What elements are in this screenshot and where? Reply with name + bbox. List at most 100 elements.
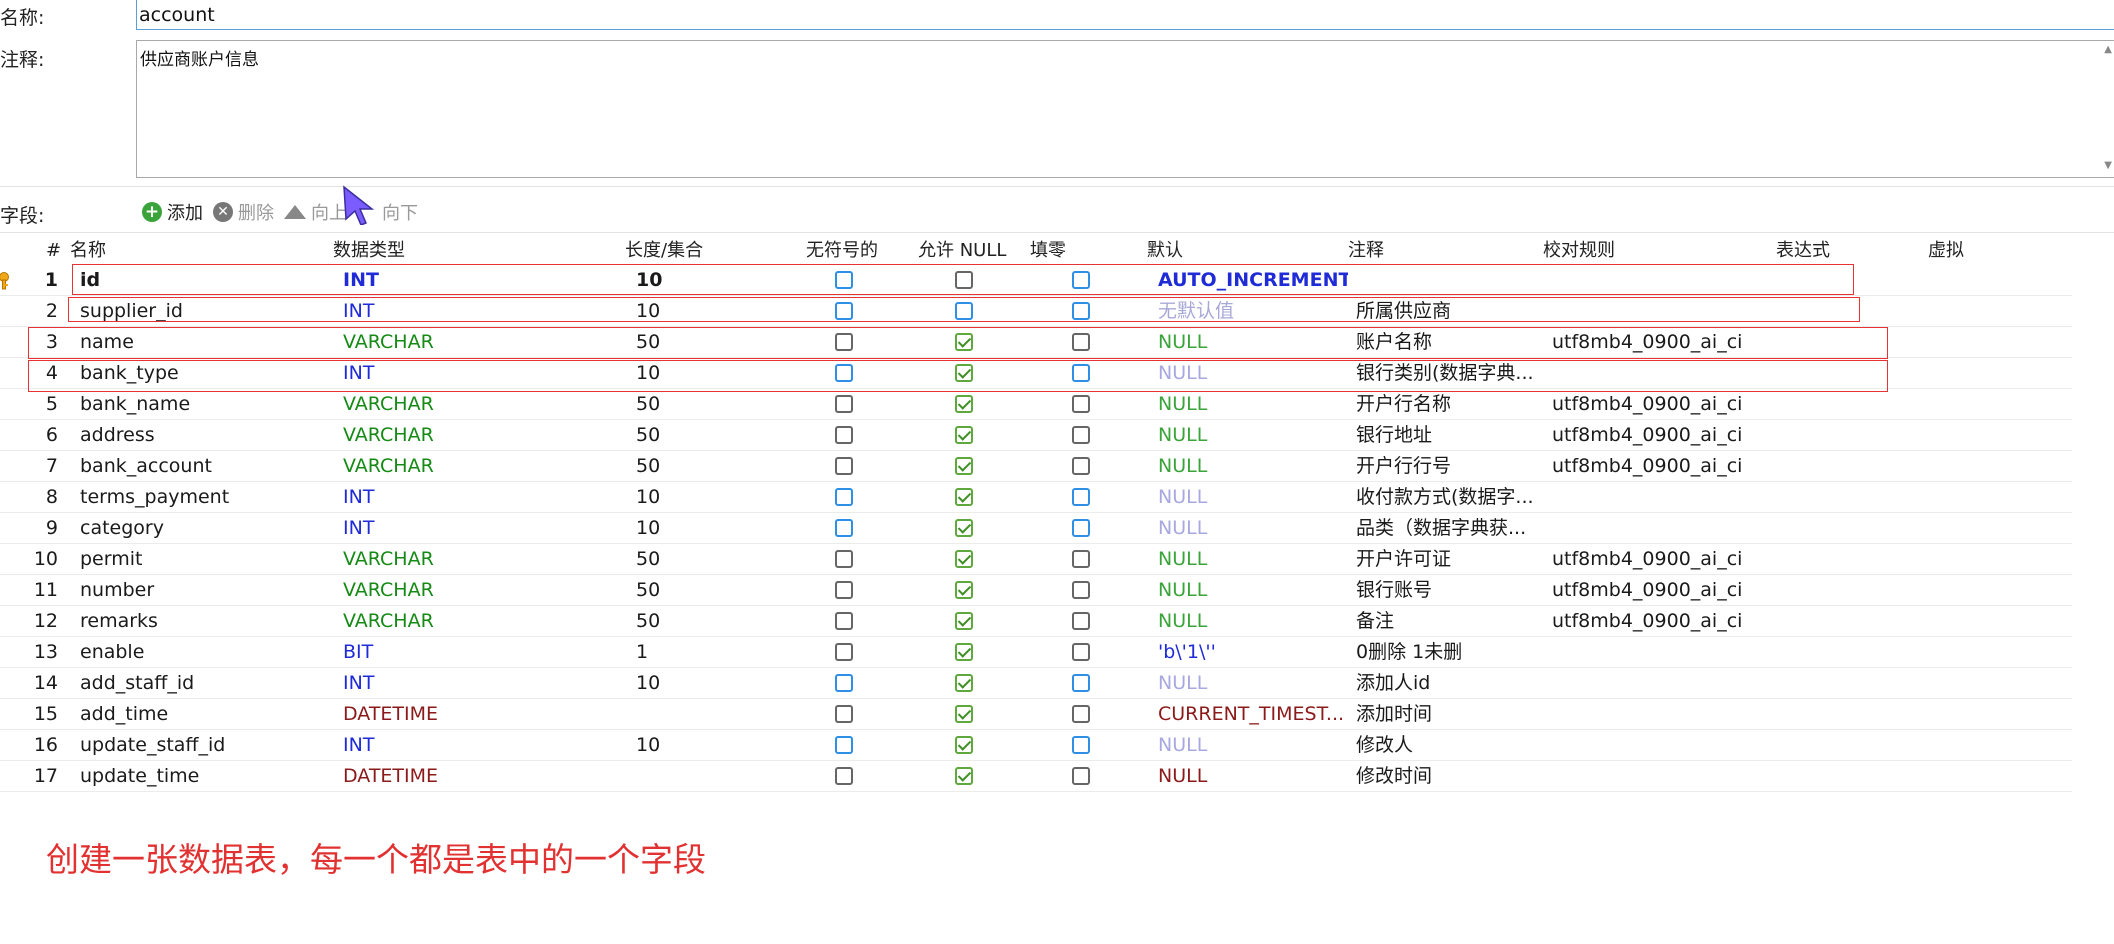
nullable-checkbox[interactable] bbox=[955, 674, 973, 692]
field-default-cell[interactable]: NULL bbox=[1158, 544, 1348, 574]
table-row[interactable]: 5 bank_name VARCHAR 50 NULL 开户行名称 utf8mb4_0900… bbox=[0, 389, 2072, 420]
col-header-collation[interactable]: 校对规则 bbox=[1543, 238, 1615, 264]
zerofill-checkbox[interactable] bbox=[1072, 612, 1090, 630]
field-type-cell[interactable]: BIT bbox=[343, 637, 613, 667]
field-length-cell[interactable]: 10 bbox=[636, 482, 786, 512]
nullable-checkbox[interactable] bbox=[955, 705, 973, 723]
field-comment-cell[interactable]: 账户名称 bbox=[1356, 327, 1546, 357]
table-row[interactable]: 10 permit VARCHAR 50 NULL 开户许可证 utf8mb4_0900_a… bbox=[0, 544, 2072, 575]
table-row[interactable]: 9 category INT 10 NULL 品类（数据字典获... bbox=[0, 513, 2072, 544]
zerofill-checkbox[interactable] bbox=[1072, 426, 1090, 444]
table-row[interactable]: 13 enable BIT 1 'b\'1\'' 0删除 1未删 bbox=[0, 637, 2072, 668]
field-type-cell[interactable]: INT bbox=[343, 296, 613, 326]
unsigned-checkbox[interactable] bbox=[835, 612, 853, 630]
scroll-down-icon[interactable]: ▼ bbox=[2104, 160, 2112, 171]
unsigned-checkbox[interactable] bbox=[835, 736, 853, 754]
field-default-cell[interactable]: NULL bbox=[1158, 420, 1348, 450]
table-row[interactable]: 11 number VARCHAR 50 NULL 银行账号 utf8mb4_0900_ai… bbox=[0, 575, 2072, 606]
unsigned-checkbox[interactable] bbox=[835, 426, 853, 444]
field-default-cell[interactable]: AUTO_INCREMENT bbox=[1158, 265, 1348, 295]
field-type-cell[interactable]: INT bbox=[343, 265, 613, 295]
field-length-cell[interactable]: 50 bbox=[636, 451, 786, 481]
field-default-cell[interactable]: NULL bbox=[1158, 389, 1348, 419]
field-type-cell[interactable]: VARCHAR bbox=[343, 420, 613, 450]
zerofill-checkbox[interactable] bbox=[1072, 581, 1090, 599]
field-type-cell[interactable]: VARCHAR bbox=[343, 389, 613, 419]
field-name-cell[interactable]: remarks bbox=[80, 606, 330, 636]
field-collation-cell[interactable] bbox=[1552, 637, 1772, 667]
field-length-cell[interactable]: 50 bbox=[636, 420, 786, 450]
nullable-checkbox[interactable] bbox=[955, 767, 973, 785]
zerofill-checkbox[interactable] bbox=[1072, 271, 1090, 289]
field-collation-cell[interactable] bbox=[1552, 482, 1772, 512]
nullable-checkbox[interactable] bbox=[955, 488, 973, 506]
zerofill-checkbox[interactable] bbox=[1072, 395, 1090, 413]
field-length-cell[interactable] bbox=[636, 761, 786, 791]
field-length-cell[interactable]: 50 bbox=[636, 327, 786, 357]
field-default-cell[interactable]: NULL bbox=[1158, 513, 1348, 543]
field-default-cell[interactable]: NULL bbox=[1158, 730, 1348, 760]
field-comment-cell[interactable]: 银行地址 bbox=[1356, 420, 1546, 450]
field-comment-cell[interactable]: 开户许可证 bbox=[1356, 544, 1546, 574]
unsigned-checkbox[interactable] bbox=[835, 581, 853, 599]
field-default-cell[interactable]: NULL bbox=[1158, 761, 1348, 791]
table-row[interactable]: 3 name VARCHAR 50 NULL 账户名称 utf8mb4_0900_ai_ci bbox=[0, 327, 2072, 358]
field-length-cell[interactable]: 50 bbox=[636, 606, 786, 636]
field-type-cell[interactable]: INT bbox=[343, 668, 613, 698]
zerofill-checkbox[interactable] bbox=[1072, 643, 1090, 661]
nullable-checkbox[interactable] bbox=[955, 395, 973, 413]
nullable-checkbox[interactable] bbox=[955, 333, 973, 351]
field-default-cell[interactable]: NULL bbox=[1158, 451, 1348, 481]
field-comment-cell[interactable]: 添加时间 bbox=[1356, 699, 1546, 729]
field-comment-cell[interactable]: 银行类别(数据字典... bbox=[1356, 358, 1546, 388]
field-comment-cell[interactable]: 修改人 bbox=[1356, 730, 1546, 760]
field-name-cell[interactable]: update_staff_id bbox=[80, 730, 330, 760]
field-type-cell[interactable]: INT bbox=[343, 482, 613, 512]
field-name-cell[interactable]: add_time bbox=[80, 699, 330, 729]
table-row[interactable]: 7 bank_account VARCHAR 50 NULL 开户行行号 utf8mb4_0… bbox=[0, 451, 2072, 482]
zerofill-checkbox[interactable] bbox=[1072, 364, 1090, 382]
field-length-cell[interactable] bbox=[636, 699, 786, 729]
unsigned-checkbox[interactable] bbox=[835, 457, 853, 475]
field-type-cell[interactable]: VARCHAR bbox=[343, 606, 613, 636]
table-row[interactable]: 17 update_time DATETIME NULL 修改时间 bbox=[0, 761, 2072, 792]
field-name-cell[interactable]: category bbox=[80, 513, 330, 543]
zerofill-checkbox[interactable] bbox=[1072, 488, 1090, 506]
col-header-virtual[interactable]: 虚拟 bbox=[1928, 238, 1964, 264]
col-header-zerofill[interactable]: 填零 bbox=[1030, 238, 1066, 264]
nullable-checkbox[interactable] bbox=[955, 736, 973, 754]
field-length-cell[interactable]: 10 bbox=[636, 730, 786, 760]
unsigned-checkbox[interactable] bbox=[835, 705, 853, 723]
table-row[interactable]: 12 remarks VARCHAR 50 NULL 备注 utf8mb4_0900_ai_… bbox=[0, 606, 2072, 637]
field-comment-cell[interactable]: 品类（数据字典获... bbox=[1356, 513, 1546, 543]
field-default-cell[interactable]: NULL bbox=[1158, 327, 1348, 357]
field-default-cell[interactable]: 'b\'1\'' bbox=[1158, 637, 1348, 667]
scroll-up-icon[interactable]: ▲ bbox=[2104, 44, 2112, 55]
field-collation-cell[interactable]: utf8mb4_0900_ai_ci bbox=[1552, 544, 1772, 574]
field-collation-cell[interactable] bbox=[1552, 761, 1772, 791]
field-comment-cell[interactable]: 0删除 1未删 bbox=[1356, 637, 1546, 667]
col-header-type[interactable]: 数据类型 bbox=[333, 238, 405, 264]
field-collation-cell[interactable] bbox=[1552, 296, 1772, 326]
nullable-checkbox[interactable] bbox=[955, 643, 973, 661]
table-row[interactable]: 4 bank_type INT 10 NULL 银行类别(数据字典... bbox=[0, 358, 2072, 389]
field-name-cell[interactable]: enable bbox=[80, 637, 330, 667]
zerofill-checkbox[interactable] bbox=[1072, 457, 1090, 475]
zerofill-checkbox[interactable] bbox=[1072, 302, 1090, 320]
field-name-cell[interactable]: update_time bbox=[80, 761, 330, 791]
table-row[interactable]: 16 update_staff_id INT 10 NULL 修改人 bbox=[0, 730, 2072, 761]
unsigned-checkbox[interactable] bbox=[835, 550, 853, 568]
field-name-cell[interactable]: address bbox=[80, 420, 330, 450]
col-header-length[interactable]: 长度/集合 bbox=[625, 238, 703, 264]
table-row[interactable]: 2 supplier_id INT 10 无默认值 所属供应商 bbox=[0, 296, 2072, 327]
field-comment-cell[interactable]: 所属供应商 bbox=[1356, 296, 1546, 326]
zerofill-checkbox[interactable] bbox=[1072, 550, 1090, 568]
field-length-cell[interactable]: 50 bbox=[636, 544, 786, 574]
field-type-cell[interactable]: INT bbox=[343, 730, 613, 760]
field-name-cell[interactable]: bank_type bbox=[80, 358, 330, 388]
unsigned-checkbox[interactable] bbox=[835, 333, 853, 351]
field-collation-cell[interactable]: utf8mb4_0900_ai_ci bbox=[1552, 420, 1772, 450]
unsigned-checkbox[interactable] bbox=[835, 395, 853, 413]
nullable-checkbox[interactable] bbox=[955, 550, 973, 568]
field-collation-cell[interactable]: utf8mb4_0900_ai_ci bbox=[1552, 606, 1772, 636]
